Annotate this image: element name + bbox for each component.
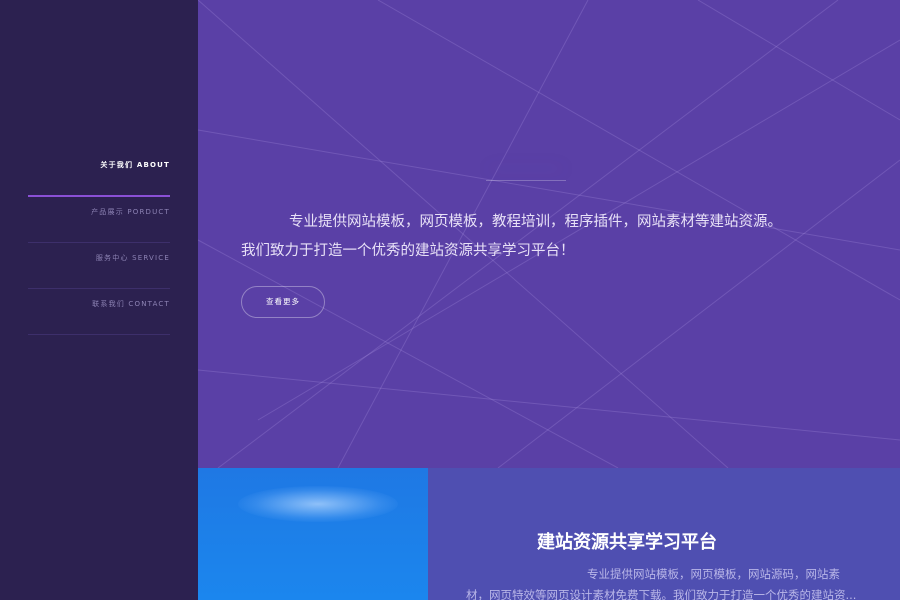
nav-item-service[interactable]: 服务中心 SERVICE [28,243,170,289]
nav-item-label: 服务中心 SERVICE [95,254,170,262]
sidebar: 关于我们 ABOUT 产品展示 PORDUCT 服务中心 SERVICE 联系我… [0,0,198,600]
info-description-line: 材，网页特效等网页设计素材免费下载。我们致力于打造一个优秀的建站资... [466,588,857,600]
nav-item-label: 联系我们 CONTACT [92,300,170,308]
image-light-glow [238,486,398,522]
info-description: 专业提供网站模板，网页模板，网站源码，网站素 材，网页特效等网页设计素材免费下载… [466,564,857,600]
sidebar-nav: 关于我们 ABOUT 产品展示 PORDUCT 服务中心 SERVICE 联系我… [28,150,170,335]
info-description-line: 专业提供网站模板，网页模板，网站源码，网站素 [587,567,840,581]
nav-item-about[interactable]: 关于我们 ABOUT [28,150,170,197]
info-panel: 建站资源共享学习平台 专业提供网站模板，网页模板，网站源码，网站素 材，网页特效… [428,468,900,600]
view-more-button[interactable]: 查看更多 [241,286,325,318]
hero-description-line: 专业提供网站模板，网页模板，教程培训，程序插件，网站素材等建站资源。 [289,214,782,230]
hero-description-line: 我们致力于打造一个优秀的建站资源共享学习平台！ [241,243,575,259]
nav-item-contact[interactable]: 联系我们 CONTACT [28,289,170,335]
hero-description: 专业提供网站模板，网页模板，教程培训，程序插件，网站素材等建站资源。 我们致力于… [241,208,801,266]
nav-item-product[interactable]: 产品展示 PORDUCT [28,197,170,243]
nav-item-label: 产品展示 PORDUCT [91,208,170,216]
hero-section: 专业提供网站模板，网页模板，教程培训，程序插件，网站素材等建站资源。 我们致力于… [198,0,900,468]
info-title: 建站资源共享学习平台 [537,532,717,553]
nav-item-label: 关于我们 ABOUT [100,161,170,169]
feature-image [198,468,428,600]
hero-heading-underline [486,180,566,181]
